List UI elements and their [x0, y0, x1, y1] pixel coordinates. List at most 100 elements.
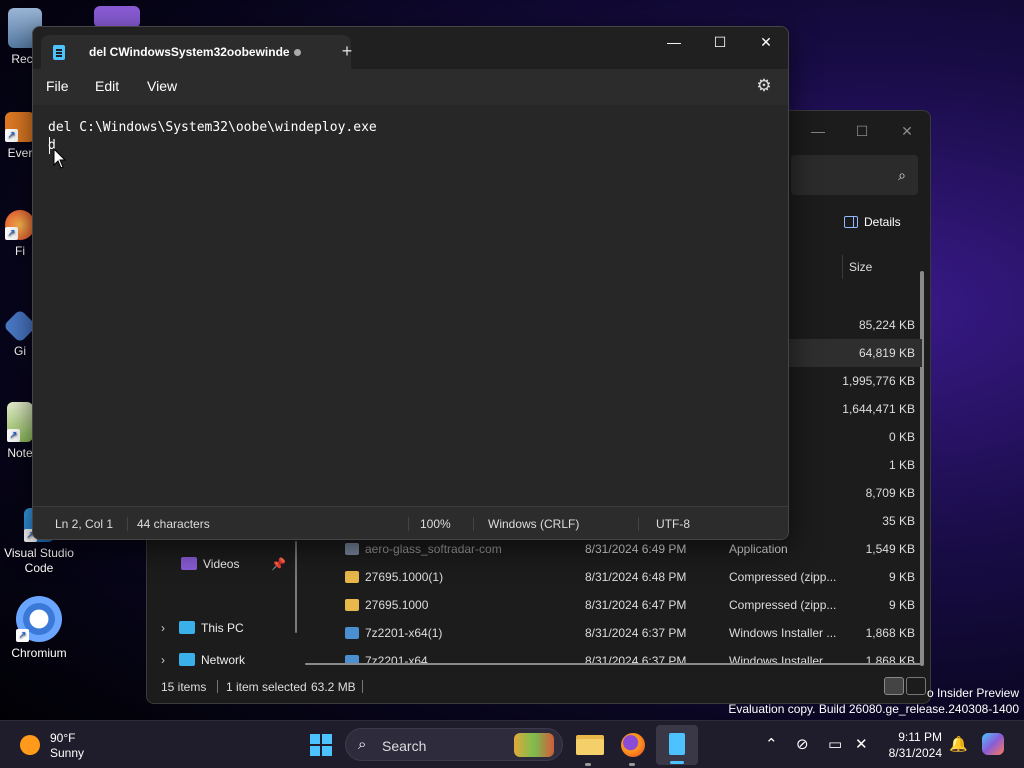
file-explorer-taskbar-icon[interactable] [572, 727, 608, 763]
desktop-icon-chromium[interactable]: ↗ Chromium [0, 596, 78, 660]
file-size: 0 KB [888, 430, 915, 444]
nav-item-network[interactable]: › Network [161, 653, 245, 667]
videos-folder-icon [181, 557, 197, 570]
minimize-button[interactable]: — [795, 117, 841, 145]
installer-icon [345, 655, 359, 663]
file-size: 85,224 KB [858, 318, 915, 332]
item-count: 15 items [161, 680, 207, 694]
close-button[interactable]: ✕ [743, 27, 788, 59]
nav-pane-scrollbar[interactable] [295, 541, 297, 633]
file-name: 27695.1000(1) [345, 570, 575, 584]
chevron-up-icon[interactable]: ⌃ [765, 735, 778, 753]
file-type: Windows Installer ... [729, 654, 837, 663]
shortcut-arrow-icon: ↗ [16, 629, 29, 642]
clock[interactable]: 9:11 PM 8/31/2024 [882, 729, 942, 761]
menu-bar: File Edit View ⚙ [33, 69, 788, 105]
file-size: 1,549 KB [865, 542, 915, 556]
details-pane-icon [844, 216, 858, 228]
shortcut-arrow-icon: ↗ [5, 227, 18, 240]
notepad-tab[interactable]: del CWindowsSystem32oobewinde [41, 35, 351, 69]
display-icon[interactable]: ▭ [828, 735, 842, 753]
taskbar: 90°F Sunny ⌕ Search ⌃ ⊘ ▭ ✕ 9:11 PM 8/31… [0, 720, 1024, 768]
file-size: 9 KB [888, 598, 915, 612]
weather-temperature: 90°F [50, 731, 76, 745]
copilot-icon[interactable] [982, 733, 1004, 755]
zip-folder-icon [345, 599, 359, 611]
horizontal-scrollbar[interactable] [305, 663, 922, 665]
shortcut-arrow-icon: ↗ [7, 429, 20, 442]
text-editor[interactable]: del C:\Windows\System32\oobe\windeploy.e… [33, 105, 788, 508]
maximize-button[interactable]: ☐ [697, 27, 743, 59]
status-divider [217, 680, 218, 693]
shortcut-arrow-icon: ↗ [5, 129, 18, 142]
nav-item-videos[interactable]: Videos 📌 [181, 557, 286, 571]
line-ending[interactable]: Windows (CRLF) [488, 517, 579, 531]
start-button[interactable] [303, 727, 339, 763]
column-divider[interactable] [842, 255, 843, 279]
notification-bell-icon[interactable]: 🔔 [949, 735, 968, 753]
file-name: 7z2201-x64 [345, 654, 575, 663]
this-pc-icon [179, 621, 195, 634]
volume-muted-icon[interactable]: ✕ [855, 735, 868, 753]
details-pane-button[interactable]: Details [844, 215, 901, 229]
file-row[interactable]: 7z2201-x64(1) 8/31/2024 6:37 PM Windows … [147, 619, 922, 647]
encoding[interactable]: UTF-8 [656, 517, 690, 531]
evaluation-watermark: o Insider Preview Evaluation copy. Build… [728, 685, 1019, 717]
menu-edit[interactable]: Edit [95, 78, 119, 94]
application-icon [345, 543, 359, 555]
editor-line-1: del C:\Windows\System32\oobe\windeploy.e… [48, 120, 377, 135]
notepad-window[interactable]: del CWindowsSystem32oobewinde + — ☐ ✕ Fi… [32, 26, 789, 540]
minimize-button[interactable]: — [651, 27, 697, 59]
active-indicator [670, 761, 684, 764]
selection-size: 63.2 MB [311, 680, 356, 694]
zoom-level[interactable]: 100% [420, 517, 451, 531]
menu-file[interactable]: File [46, 78, 69, 94]
file-name: 27695.1000 [345, 598, 575, 612]
cursor-position: Ln 2, Col 1 [55, 517, 114, 531]
new-tab-button[interactable]: + [333, 37, 361, 65]
file-name: 7z2201-x64(1) [345, 626, 575, 640]
zip-folder-icon [345, 571, 359, 583]
visual-studio-icon [94, 6, 140, 28]
file-row[interactable]: 27695.1000(1) 8/31/2024 6:48 PM Compress… [147, 563, 922, 591]
settings-gear-icon[interactable]: ⚙ [754, 76, 774, 96]
file-type: Application [729, 542, 788, 556]
status-divider [638, 517, 639, 531]
tab-strip: del CWindowsSystem32oobewinde + — ☐ ✕ [33, 27, 788, 69]
status-divider [362, 680, 363, 693]
network-disconnected-icon[interactable]: ⊘ [796, 735, 809, 753]
chromium-icon: ↗ [16, 596, 62, 642]
search-icon: ⌕ [358, 736, 367, 753]
watermark-line-2: Evaluation copy. Build 26080.ge_release.… [728, 702, 1019, 716]
nav-item-this-pc[interactable]: › This PC [161, 621, 244, 635]
network-icon [179, 653, 195, 666]
menu-view[interactable]: View [147, 78, 177, 94]
file-row[interactable]: 7z2201-x64 8/31/2024 6:37 PM Windows Ins… [147, 647, 922, 663]
file-size: 1,868 KB [865, 626, 915, 640]
desktop-icon-label: Chromium [11, 646, 67, 660]
notepad-taskbar-icon[interactable] [656, 725, 698, 765]
notepad-icon [53, 45, 65, 60]
file-type: Compressed (zipp... [729, 570, 837, 584]
column-header-size[interactable]: Size [849, 260, 872, 274]
file-date: 8/31/2024 6:49 PM [585, 542, 687, 556]
everything-icon: ↗ [5, 112, 35, 142]
explorer-search-box[interactable]: ⌕ [791, 155, 918, 195]
file-size: 9 KB [888, 570, 915, 584]
notepad-plus-icon: ↗ [7, 402, 33, 442]
chevron-right-icon[interactable]: › [161, 621, 179, 635]
taskbar-search-box[interactable]: ⌕ Search [345, 728, 563, 761]
file-row[interactable]: 27695.1000 8/31/2024 6:47 PM Compressed … [147, 591, 922, 619]
file-size: 8,709 KB [865, 486, 915, 500]
close-button[interactable]: ✕ [884, 117, 930, 145]
unsaved-dot-icon[interactable] [294, 49, 301, 56]
file-type: Windows Installer ... [729, 626, 837, 640]
file-size: 1 KB [888, 458, 915, 472]
tab-title: del CWindowsSystem32oobewinde [89, 45, 289, 59]
firefox-taskbar-icon[interactable] [615, 727, 651, 763]
maximize-button[interactable]: ☐ [839, 117, 885, 145]
running-indicator [585, 763, 591, 766]
weather-condition: Sunny [50, 746, 85, 760]
chevron-right-icon[interactable]: › [161, 653, 179, 667]
file-size: 1,644,471 KB [842, 402, 915, 416]
